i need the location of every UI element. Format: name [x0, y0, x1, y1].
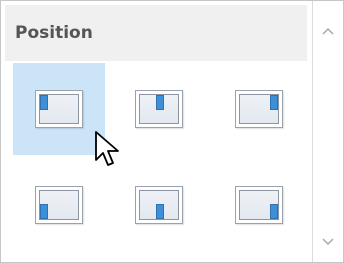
chevron-down-icon [322, 238, 334, 246]
vertical-scrollbar[interactable] [312, 1, 343, 262]
chevron-up-icon [322, 27, 334, 35]
position-gallery-panel: Position [0, 0, 344, 263]
position-bottom-right-icon [235, 186, 283, 224]
position-option-top-right[interactable] [213, 63, 305, 155]
position-option-bottom-center[interactable] [113, 159, 205, 251]
gallery-title: Position [15, 23, 93, 43]
scroll-down-button[interactable] [313, 228, 343, 256]
position-option-top-left[interactable] [13, 63, 105, 155]
position-top-left-icon [35, 90, 83, 128]
position-option-bottom-left[interactable] [13, 159, 105, 251]
position-top-center-icon [135, 90, 183, 128]
position-bottom-center-icon [135, 186, 183, 224]
position-bottom-left-icon [35, 186, 83, 224]
position-option-bottom-right[interactable] [213, 159, 305, 251]
gallery-header: Position [5, 5, 307, 61]
position-top-right-icon [235, 90, 283, 128]
arrow-cursor-icon [95, 131, 119, 166]
position-option-top-center[interactable] [113, 63, 205, 155]
scroll-up-button[interactable] [313, 17, 343, 45]
